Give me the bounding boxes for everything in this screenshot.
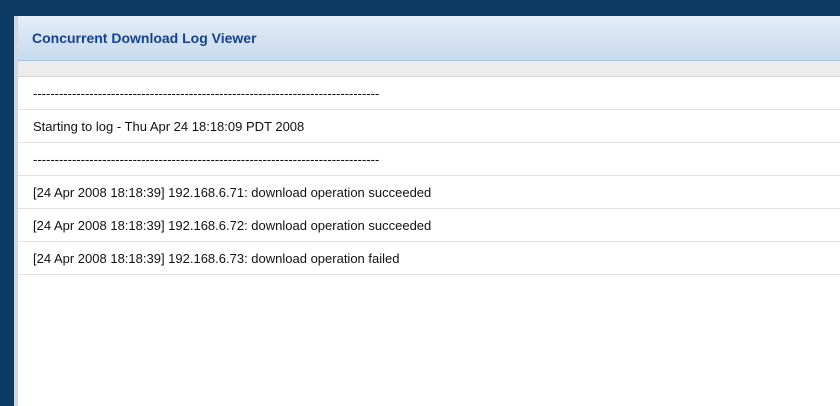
log-line: [24 Apr 2008 18:18:39] 192.168.6.72: dow… <box>18 209 840 242</box>
log-viewer-window: Concurrent Download Log Viewer ---------… <box>14 16 840 406</box>
app-frame: Concurrent Download Log Viewer ---------… <box>0 0 840 406</box>
toolbar-strip <box>18 61 840 77</box>
log-line: ----------------------------------------… <box>18 77 840 110</box>
window-title: Concurrent Download Log Viewer <box>32 30 257 46</box>
log-line: Starting to log - Thu Apr 24 18:18:09 PD… <box>18 110 840 143</box>
log-line: [24 Apr 2008 18:18:39] 192.168.6.73: dow… <box>18 242 840 275</box>
log-line: [24 Apr 2008 18:18:39] 192.168.6.71: dow… <box>18 176 840 209</box>
log-line: ----------------------------------------… <box>18 143 840 176</box>
window-titlebar: Concurrent Download Log Viewer <box>18 16 840 61</box>
log-list[interactable]: ----------------------------------------… <box>18 77 840 406</box>
